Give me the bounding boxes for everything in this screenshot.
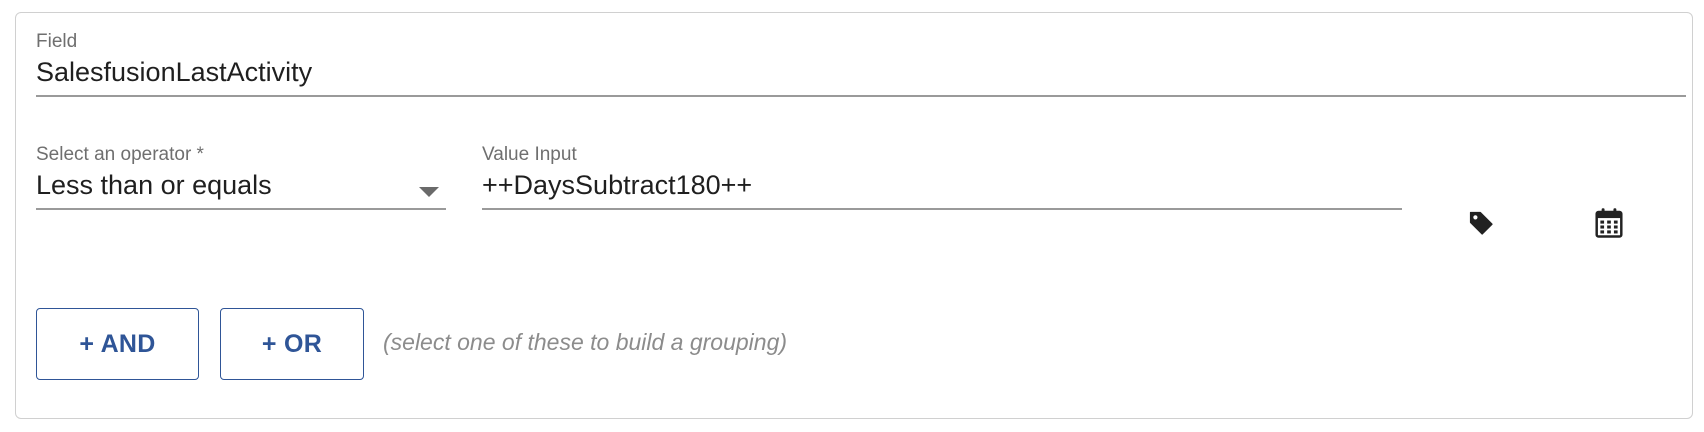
value-input-value: ++DaysSubtract180++ <box>482 170 753 200</box>
field-label: Field <box>36 31 78 52</box>
field-input[interactable]: Field SalesfusionLastActivity <box>36 31 1686 101</box>
operator-select[interactable]: Select an operator * Less than or equals <box>36 144 446 214</box>
add-or-button[interactable]: + OR <box>220 308 364 380</box>
calendar-icon[interactable] <box>1589 203 1629 243</box>
field-value: SalesfusionLastActivity <box>36 57 313 87</box>
operator-underline <box>36 208 446 210</box>
operator-value: Less than or equals <box>36 170 272 200</box>
value-input[interactable]: Value Input ++DaysSubtract180++ <box>482 144 1402 214</box>
condition-card: Field SalesfusionLastActivity Select an … <box>15 12 1693 419</box>
chevron-down-icon[interactable] <box>419 187 439 197</box>
tag-icon[interactable] <box>1461 203 1501 243</box>
value-input-label: Value Input <box>482 144 577 165</box>
value-input-underline <box>482 208 1402 210</box>
operator-label: Select an operator * <box>36 144 204 165</box>
grouping-hint: (select one of these to build a grouping… <box>383 329 788 355</box>
field-underline <box>36 95 1686 97</box>
add-and-button[interactable]: + AND <box>36 308 199 380</box>
